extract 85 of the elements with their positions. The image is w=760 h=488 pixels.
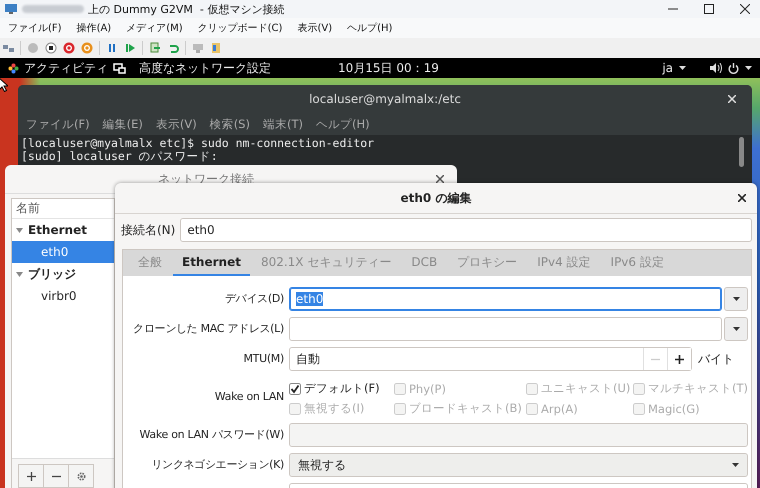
checkbox-label: 無視する(I) <box>304 401 364 416</box>
increment-button[interactable] <box>667 348 691 370</box>
menu-item[interactable]: ファイル(F) <box>26 116 90 132</box>
stop-icon[interactable] <box>45 42 57 54</box>
power-icon[interactable] <box>728 62 739 74</box>
checkbox-label: デフォルト(F) <box>304 381 380 396</box>
undo-icon[interactable] <box>167 42 179 54</box>
target-icon[interactable] <box>63 42 75 54</box>
field-label: デバイス(D) <box>224 291 284 307</box>
flower-icon[interactable] <box>8 62 19 74</box>
terminal-line: [sudo] localuser のパスワード: <box>21 150 219 163</box>
dialog-title: eth0 の編集 <box>400 190 472 206</box>
scrollbar-thumb[interactable] <box>739 137 744 167</box>
menu-item[interactable]: 編集(E) <box>102 116 143 132</box>
field-label: リンクネゴシエーション(K) <box>150 457 284 473</box>
input-method[interactable]: ja <box>662 61 673 75</box>
close-icon[interactable] <box>436 175 444 183</box>
plus-icon <box>26 472 36 480</box>
menu-item[interactable]: 表示(V) <box>156 116 197 132</box>
field-label: Wake on LAN パスワード(W) <box>138 427 284 443</box>
caret-icon <box>732 297 740 301</box>
group-label: Ethernet <box>28 223 87 237</box>
connection-name-field[interactable]: eth0 <box>180 218 752 242</box>
server-icon[interactable] <box>210 42 222 54</box>
menu-item[interactable]: クリップボード(C) <box>198 21 282 35</box>
network-icon[interactable] <box>2 42 14 54</box>
activities-button[interactable]: アクティビティ <box>24 60 108 76</box>
menu-item[interactable]: 検索(S) <box>210 116 250 132</box>
menu-item[interactable]: 操作(A) <box>76 21 112 35</box>
field-value: 自動 <box>296 350 321 368</box>
combo-field[interactable] <box>289 317 722 341</box>
menu-item[interactable]: 表示(V) <box>297 21 332 35</box>
dropdown-button[interactable]: 無視する <box>289 453 748 477</box>
app-menu[interactable]: 高度なネットワーク設定 <box>139 60 271 76</box>
menu-item[interactable]: ヘルプ(H) <box>316 116 370 132</box>
close-icon[interactable] <box>738 194 746 202</box>
clock[interactable]: 10月15日 00：19 <box>338 60 662 76</box>
group-label: ブリッジ <box>28 266 76 282</box>
plus-icon <box>675 354 684 364</box>
computer-icon[interactable] <box>192 42 204 54</box>
checkbox-label: ユニキャスト(U) <box>541 381 630 396</box>
field-label: クローンした MAC アドレス(L) <box>132 321 284 337</box>
checkbox-label: Phy(P) <box>409 382 446 396</box>
snapshot-icon[interactable] <box>149 42 161 54</box>
spin-field[interactable]: 自動 <box>289 347 692 371</box>
expander-down-icon[interactable] <box>16 226 23 234</box>
unit-label: バイト <box>698 350 734 368</box>
expander-down-icon[interactable] <box>16 270 23 278</box>
checkbox-label: マルチキャスト(T) <box>648 381 748 396</box>
dropdown-button[interactable] <box>724 287 748 311</box>
checkbox-label: Arp(A) <box>541 402 578 416</box>
menu-item[interactable]: ヘルプ(H) <box>347 21 392 35</box>
menu-item[interactable]: 端末(T) <box>262 116 303 132</box>
maximize-icon[interactable] <box>704 4 714 14</box>
close-icon[interactable] <box>740 4 750 14</box>
field-value: eth0 <box>296 292 324 306</box>
terminal-line: [localuser@myalmalx etc]$ sudo nm-connection-editor <box>21 137 376 150</box>
window-title: localuser@myalmalx:/etc <box>309 92 461 106</box>
play-icon[interactable] <box>124 42 136 54</box>
checkbox-label: ブロードキャスト(B) <box>409 401 522 416</box>
checkbox-label: Magic(G) <box>648 402 700 416</box>
caret-icon <box>679 66 686 70</box>
caret-icon <box>745 66 752 70</box>
menu-item[interactable]: ファイル(F) <box>8 21 62 35</box>
dropdown-button[interactable] <box>724 317 748 341</box>
target-icon[interactable] <box>81 42 93 54</box>
connection-item[interactable]: virbr0 <box>12 285 114 307</box>
settings-button[interactable] <box>68 464 94 488</box>
window-title: 上の Dummy G2VM - 仮想マシン接続 <box>88 2 284 16</box>
volume-icon[interactable] <box>710 63 722 73</box>
field-label: MTU(M) <box>242 351 284 367</box>
combo-field[interactable]: eth0 <box>289 287 722 311</box>
field-label: 接続名(N) <box>121 222 176 238</box>
column-header[interactable]: 名前 <box>12 199 114 219</box>
pause-icon[interactable] <box>106 42 118 54</box>
connection-item[interactable]: eth0 <box>12 241 114 263</box>
menu-item[interactable]: メディア(M) <box>126 21 183 35</box>
checked-checkbox[interactable] <box>289 382 301 394</box>
add-button[interactable] <box>18 464 44 488</box>
field-label: Wake on LAN <box>214 389 284 405</box>
monitor-icon <box>4 3 18 15</box>
caret-icon <box>732 327 740 331</box>
network-settings-icon <box>113 62 126 74</box>
gear-icon <box>76 470 86 482</box>
caret-icon <box>732 463 739 467</box>
